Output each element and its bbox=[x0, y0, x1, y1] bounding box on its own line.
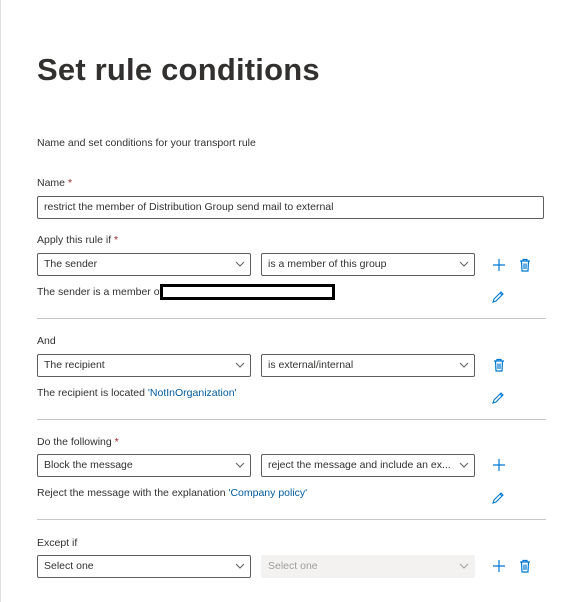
action-detail-select[interactable]: reject the message and include an ex... bbox=[261, 454, 475, 477]
do-summary: Reject the message with the explanation … bbox=[37, 487, 308, 499]
chevron-down-icon bbox=[459, 462, 469, 468]
chevron-down-icon bbox=[235, 462, 245, 468]
except-if-label: Except if bbox=[37, 537, 78, 549]
add-icon[interactable] bbox=[491, 457, 507, 473]
section-divider bbox=[37, 519, 546, 520]
delete-icon[interactable] bbox=[491, 357, 507, 373]
page-title: Set rule conditions bbox=[37, 52, 320, 87]
add-icon[interactable] bbox=[491, 558, 507, 574]
apply-summary: The sender is a member of bbox=[37, 286, 163, 298]
page-description: Name and set conditions for your transpo… bbox=[37, 137, 256, 149]
redacted-group-name bbox=[160, 284, 335, 300]
add-icon[interactable] bbox=[491, 257, 507, 273]
do-summary-link[interactable]: 'Company policy' bbox=[228, 487, 307, 499]
chevron-down-icon bbox=[235, 563, 245, 569]
section-divider bbox=[37, 318, 546, 319]
delete-icon[interactable] bbox=[517, 257, 533, 273]
apply-rule-label: Apply this rule if * bbox=[37, 234, 119, 246]
apply-condition-select[interactable]: The sender bbox=[37, 253, 251, 276]
and-condition-select[interactable]: The recipient bbox=[37, 354, 251, 377]
chevron-down-icon bbox=[459, 261, 469, 267]
name-label: Name * bbox=[37, 177, 73, 189]
chevron-down-icon bbox=[459, 362, 469, 368]
exception-select[interactable]: Select one bbox=[37, 555, 251, 578]
section-divider bbox=[37, 419, 546, 420]
edit-icon[interactable] bbox=[490, 390, 506, 406]
and-summary: The recipient is located 'NotInOrganizat… bbox=[37, 387, 237, 399]
edit-icon[interactable] bbox=[490, 289, 506, 305]
rule-name-input[interactable]: restrict the member of Distribution Grou… bbox=[37, 196, 544, 219]
chevron-down-icon bbox=[235, 261, 245, 267]
and-label: And bbox=[37, 335, 56, 347]
and-summary-link[interactable]: 'NotInOrganization' bbox=[148, 387, 237, 399]
and-predicate-select[interactable]: is external/internal bbox=[261, 354, 475, 377]
exception-predicate-select: Select one bbox=[261, 555, 475, 578]
chevron-down-icon bbox=[459, 563, 469, 569]
edit-icon[interactable] bbox=[490, 490, 506, 506]
chevron-down-icon bbox=[235, 362, 245, 368]
do-following-label: Do the following * bbox=[37, 436, 119, 448]
panel-left-border bbox=[0, 0, 1, 602]
action-select[interactable]: Block the message bbox=[37, 454, 251, 477]
apply-predicate-select[interactable]: is a member of this group bbox=[261, 253, 475, 276]
delete-icon[interactable] bbox=[517, 558, 533, 574]
